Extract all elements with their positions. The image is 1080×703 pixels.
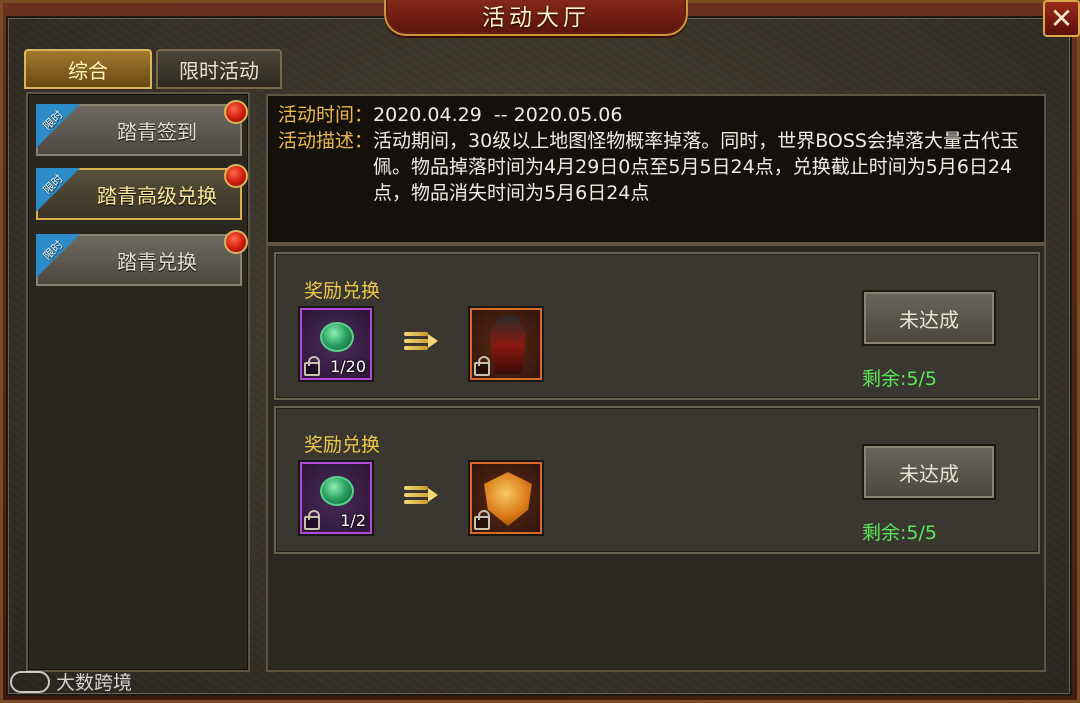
remaining-count: 剩余:5/5	[862, 522, 937, 544]
exchange-status-button[interactable]: 未达成	[862, 444, 996, 500]
notification-dot-icon	[224, 230, 248, 254]
cost-item-slot[interactable]: 1/20	[298, 306, 374, 382]
cost-item-count: 1/20	[330, 357, 366, 376]
jade-pendant-icon	[320, 476, 354, 506]
tab-general-label: 综合	[68, 58, 108, 83]
event-description-value: 活动期间，30级以上地图怪物概率掉落。同时，世界BOSS会掉落大量古代玉佩。物品…	[373, 130, 1019, 204]
close-icon: ✕	[1049, 1, 1074, 35]
watermark-text: 大数跨境	[56, 672, 133, 694]
sidebar-item-spring-checkin[interactable]: 限时 踏青签到	[36, 100, 248, 156]
event-time-value: 2020.04.29 -- 2020.05.06	[373, 104, 623, 126]
lock-icon	[474, 356, 490, 376]
event-time-label: 活动时间：	[278, 104, 374, 126]
sidebar-item-spring-advanced-exchange[interactable]: 限时 踏青高级兑换	[36, 164, 248, 220]
remaining-count: 剩余:5/5	[862, 368, 937, 390]
limited-ribbon-icon: 限时	[36, 168, 80, 212]
exchange-arrow-icon	[404, 484, 438, 506]
sidebar-item-label: 踏青兑换	[117, 249, 197, 274]
limited-badge-text: 限时	[40, 107, 66, 133]
watermark-logo-icon	[10, 670, 50, 693]
lock-icon	[304, 510, 320, 530]
robe-icon	[490, 316, 526, 374]
shield-icon	[484, 472, 532, 526]
notification-dot-icon	[224, 164, 248, 188]
window-title: 活动大厅	[482, 5, 590, 30]
watermark: 大数跨境	[10, 668, 132, 695]
notification-dot-icon	[224, 100, 248, 124]
result-item-slot[interactable]	[468, 460, 544, 536]
close-button[interactable]: ✕	[1043, 0, 1080, 37]
event-description-label: 活动描述：	[278, 130, 374, 152]
limited-ribbon-icon: 限时	[36, 104, 80, 148]
limited-ribbon-icon: 限时	[36, 234, 80, 278]
limited-badge-text: 限时	[40, 171, 66, 197]
reward-title: 奖励兑换	[304, 434, 381, 456]
exchange-arrow-icon	[404, 330, 438, 352]
limited-badge-text: 限时	[40, 237, 66, 263]
reward-list-panel: 奖励兑换 1/20 未达成 剩余:5/5 奖励兑换 1/2 未达成 剩余:5/5	[266, 244, 1046, 672]
result-item-slot[interactable]	[468, 306, 544, 382]
exchange-status-button[interactable]: 未达成	[862, 290, 996, 346]
jade-pendant-icon	[320, 322, 354, 352]
tab-general[interactable]: 综合	[24, 49, 152, 89]
reward-card: 奖励兑换 1/2 未达成 剩余:5/5	[274, 406, 1040, 554]
lock-icon	[304, 356, 320, 376]
sidebar-item-label: 踏青高级兑换	[97, 183, 217, 208]
lock-icon	[474, 510, 490, 530]
event-description-row: 活动描述： 活动期间，30级以上地图怪物概率掉落。同时，世界BOSS会掉落大量古…	[278, 128, 1034, 206]
cost-item-count: 1/2	[340, 511, 366, 530]
cost-item-slot[interactable]: 1/2	[298, 460, 374, 536]
event-time-row: 活动时间： 2020.04.29 -- 2020.05.06	[278, 102, 1034, 128]
reward-title: 奖励兑换	[304, 280, 381, 302]
event-info-panel: 活动时间： 2020.04.29 -- 2020.05.06 活动描述： 活动期…	[266, 94, 1046, 244]
reward-card: 奖励兑换 1/20 未达成 剩余:5/5	[274, 252, 1040, 400]
sidebar-item-label: 踏青签到	[117, 119, 197, 144]
sidebar-item-spring-exchange[interactable]: 限时 踏青兑换	[36, 230, 248, 286]
tab-limited-events[interactable]: 限时活动	[156, 49, 282, 89]
event-list-panel: 限时 踏青签到 限时 踏青高级兑换 限时 踏青兑换	[26, 92, 250, 672]
window-title-banner: 活动大厅	[384, 0, 688, 36]
tab-limited-events-label: 限时活动	[179, 58, 259, 83]
